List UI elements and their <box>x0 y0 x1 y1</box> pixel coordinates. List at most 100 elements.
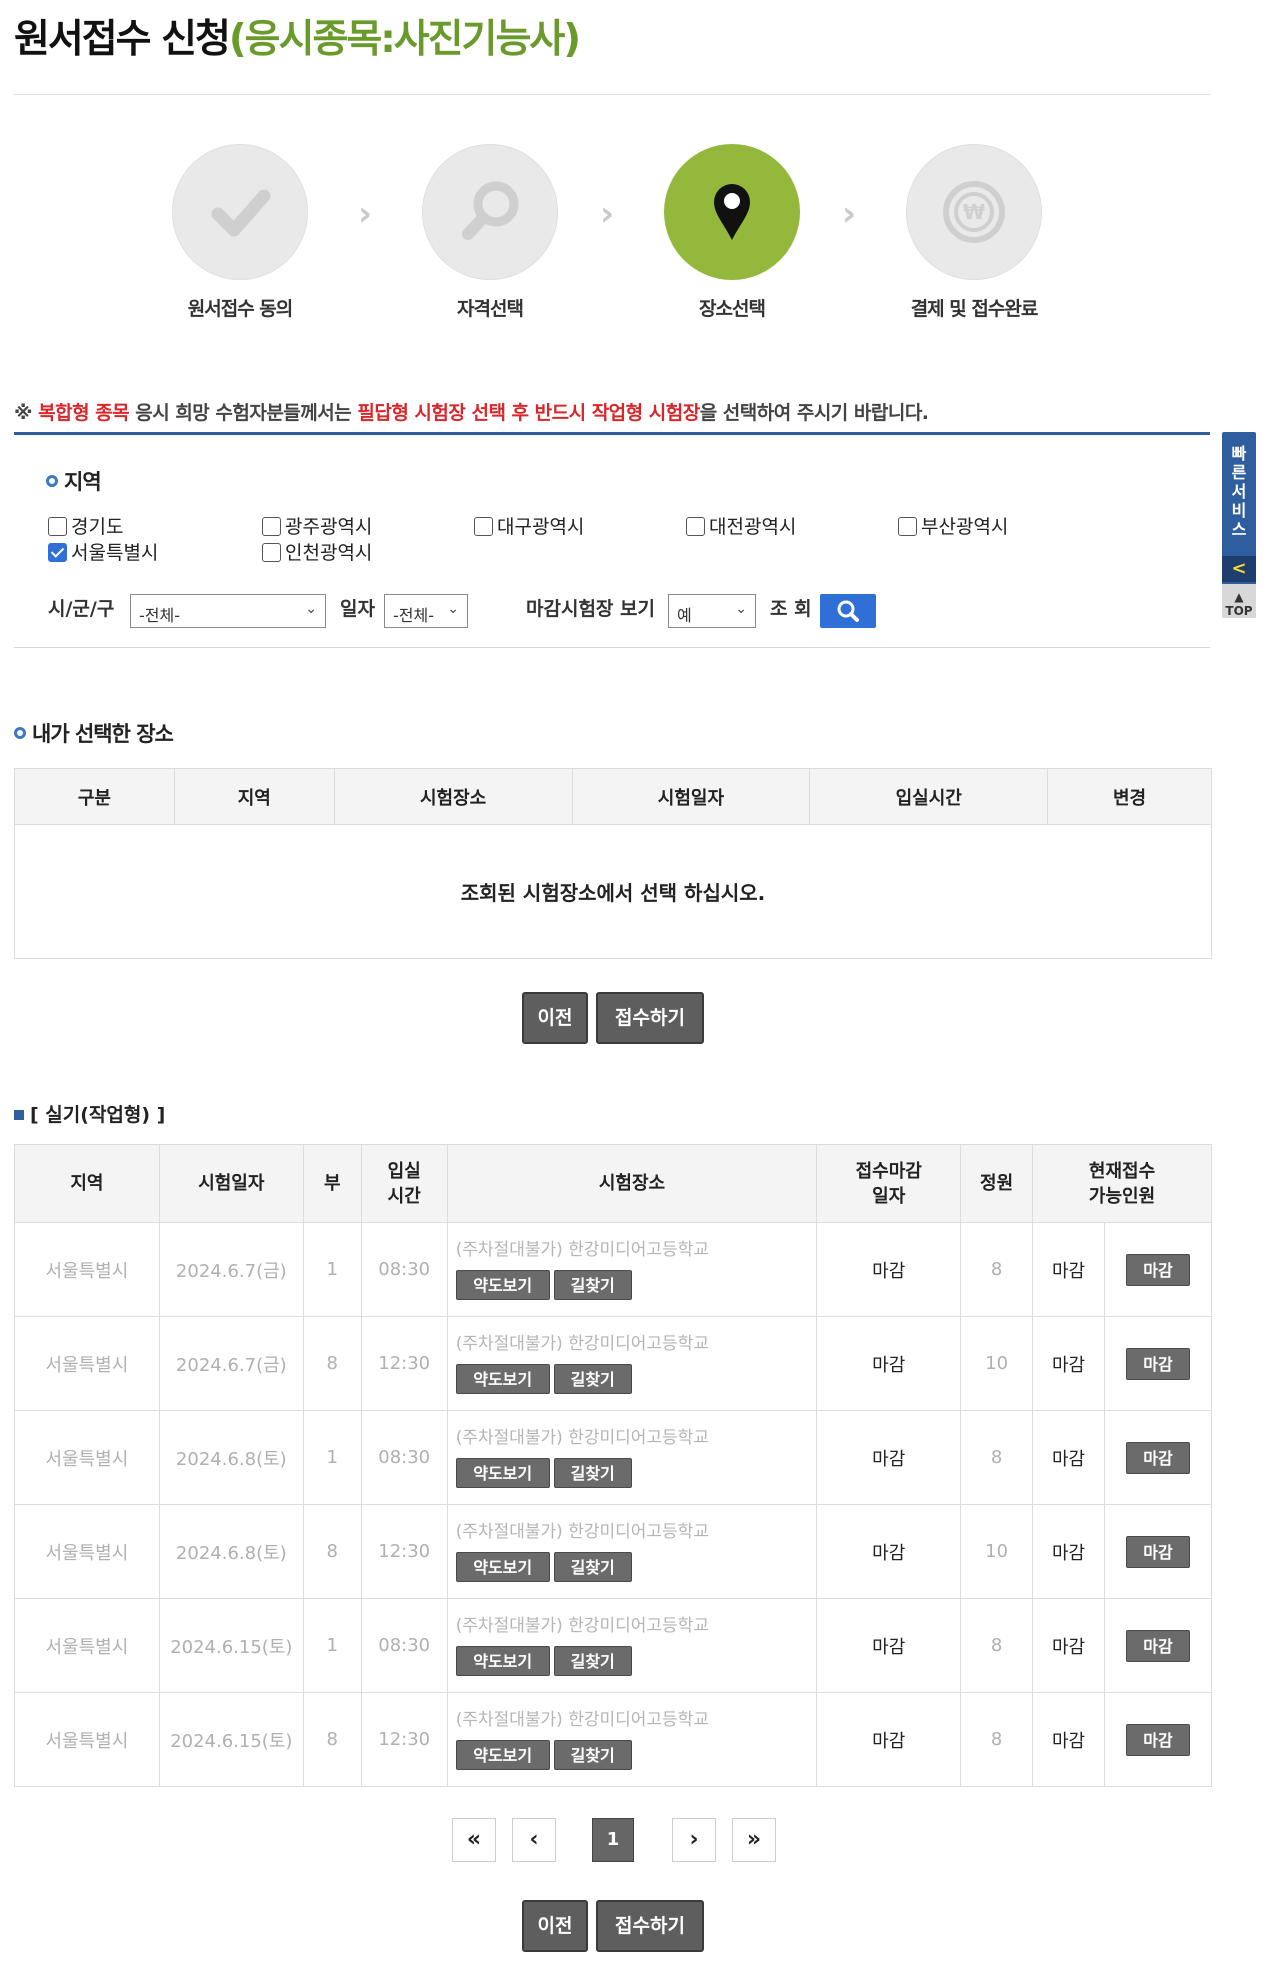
date-select[interactable]: -전체- ⌄ <box>384 594 468 628</box>
cell-time: 12:30 <box>360 1692 448 1787</box>
notice-mark: ※ <box>14 402 32 424</box>
route-button[interactable]: 길찾기 <box>553 1270 632 1300</box>
region-checkbox-gwangju[interactable]: 광주광역시 <box>262 512 372 539</box>
closed-button[interactable]: 마감 <box>1126 1347 1190 1380</box>
chevron-down-icon: ⌄ <box>447 601 459 617</box>
region-checkbox-gyeonggi[interactable]: 경기도 <box>48 512 123 539</box>
closed-button[interactable]: 마감 <box>1126 1723 1190 1756</box>
first-page-button[interactable]: « <box>452 1818 496 1862</box>
submit-button[interactable]: 접수하기 <box>596 992 704 1044</box>
cell-capacity: 8 <box>960 1222 1034 1317</box>
chevron-down-icon: ⌄ <box>735 601 747 617</box>
route-button[interactable]: 길찾기 <box>553 1364 632 1394</box>
cell-region: 서울특별시 <box>14 1222 160 1317</box>
closed-button[interactable]: 마감 <box>1126 1253 1190 1286</box>
divider <box>14 647 1210 648</box>
chevron-right-icon: › <box>600 194 615 234</box>
map-button[interactable]: 약도보기 <box>455 1646 550 1676</box>
table-row: 서울특별시 2024.6.8(토) 8 12:30 (주차절대불가) 한강미디어고등학교… <box>14 1504 1212 1599</box>
cell-deadline: 마감 <box>816 1598 962 1693</box>
table-row: 서울특별시 2024.6.8(토) 1 08:30 (주차절대불가) 한강미디어고등학교… <box>14 1410 1212 1505</box>
cell-available: 마감 <box>1032 1410 1105 1505</box>
region-checkbox-daegu[interactable]: 대구광역시 <box>474 512 584 539</box>
cell-region: 서울특별시 <box>14 1598 160 1693</box>
step-agree: 원서접수 동의 <box>140 144 340 321</box>
cell-date: 2024.6.15(토) <box>158 1598 304 1693</box>
chevron-down-icon: ⌄ <box>305 601 317 617</box>
table-row: 서울특별시 2024.6.15(토) 8 12:30 (주차절대불가) 한강미디어고등학… <box>14 1692 1212 1787</box>
city-label: 시/군/구 <box>48 598 115 620</box>
city-select[interactable]: -전체- ⌄ <box>130 594 326 628</box>
cell-place: (주차절대불가) 한강미디어고등학교 약도보기 길찾기 <box>446 1504 818 1599</box>
page-title-main: 원서접수 신청 <box>14 17 231 62</box>
top-button[interactable]: ▲ TOP <box>1222 584 1256 618</box>
current-page[interactable]: 1 <box>592 1818 634 1862</box>
cell-deadline: 마감 <box>816 1692 962 1787</box>
cell-deadline: 마감 <box>816 1316 962 1411</box>
closed-select[interactable]: 예 ⌄ <box>668 594 756 628</box>
table-row: 서울특별시 2024.6.7(금) 8 12:30 (주차절대불가) 한강미디어고등학교… <box>14 1316 1212 1411</box>
cell-capacity: 8 <box>960 1410 1034 1505</box>
cell-time: 08:30 <box>360 1598 448 1693</box>
map-button[interactable]: 약도보기 <box>455 1270 550 1300</box>
step-place: 장소선택 <box>632 144 832 321</box>
map-button[interactable]: 약도보기 <box>455 1458 550 1488</box>
cell-date: 2024.6.15(토) <box>158 1692 304 1787</box>
practical-section-title: [ 실기(작업형) ] <box>14 1100 165 1127</box>
place-name: (주차절대불가) 한강미디어고등학교 <box>455 1240 709 1260</box>
cell-region: 서울특별시 <box>14 1410 160 1505</box>
route-button[interactable]: 길찾기 <box>553 1458 632 1488</box>
cell-capacity: 8 <box>960 1598 1034 1693</box>
cell-deadline: 마감 <box>816 1410 962 1505</box>
divider <box>14 432 1210 435</box>
date-label: 일자 <box>340 598 375 620</box>
submit-button[interactable]: 접수하기 <box>596 1900 704 1952</box>
search-button[interactable] <box>820 594 876 628</box>
route-button[interactable]: 길찾기 <box>553 1740 632 1770</box>
column-header: 시험장소 <box>333 768 573 825</box>
closed-button[interactable]: 마감 <box>1126 1441 1190 1474</box>
map-button[interactable]: 약도보기 <box>455 1740 550 1770</box>
place-name: (주차절대불가) 한강미디어고등학교 <box>455 1334 709 1354</box>
last-page-button[interactable]: » <box>732 1818 776 1862</box>
cell-capacity: 10 <box>960 1316 1034 1411</box>
cell-available: 마감 <box>1032 1598 1105 1693</box>
cell-action: 마감 <box>1104 1222 1212 1317</box>
closed-button[interactable]: 마감 <box>1126 1535 1190 1568</box>
next-page-button[interactable]: › <box>672 1818 716 1862</box>
region-checkbox-daejeon[interactable]: 대전광역시 <box>686 512 796 539</box>
cell-time: 12:30 <box>360 1504 448 1599</box>
cell-action: 마감 <box>1104 1410 1212 1505</box>
region-checkbox-seoul[interactable]: 서울특별시 <box>48 538 158 565</box>
place-name: (주차절대불가) 한강미디어고등학교 <box>455 1428 709 1448</box>
cell-place: (주차절대불가) 한강미디어고등학교약도보기 길찾기 <box>446 1222 818 1317</box>
empty-message: 조회된 시험장소에서 선택 하십시오. <box>14 824 1212 959</box>
route-button[interactable]: 길찾기 <box>553 1552 632 1582</box>
step-qualification: 자격선택 <box>390 144 590 321</box>
prev-button[interactable]: 이전 <box>522 1900 588 1952</box>
map-button[interactable]: 약도보기 <box>455 1364 550 1394</box>
cell-action: 마감 <box>1104 1598 1212 1693</box>
cell-place: (주차절대불가) 한강미디어고등학교 약도보기 길찾기 <box>446 1598 818 1693</box>
collapse-chevron-icon[interactable]: < <box>1222 556 1256 582</box>
square-bullet-icon <box>14 1110 24 1120</box>
cell-date: 2024.6.8(토) <box>158 1410 304 1505</box>
search-label: 조 회 <box>770 598 812 620</box>
closed-button[interactable]: 마감 <box>1126 1629 1190 1662</box>
prev-button[interactable]: 이전 <box>522 992 588 1044</box>
region-checkbox-incheon[interactable]: 인천광역시 <box>262 538 372 565</box>
page-title-sub: (응시종목:사진기능사) <box>228 17 581 62</box>
closed-label: 마감시험장 보기 <box>526 598 655 620</box>
column-header: 현재접수 가능인원 <box>1032 1144 1212 1223</box>
practical-table: 지역 시험일자 부 입실 시간 시험장소 접수마감 일자 정원 현재접수 가능인원 서… <box>14 1144 1212 1787</box>
svg-text:₩: ₩ <box>963 200 985 224</box>
route-button[interactable]: 길찾기 <box>553 1646 632 1676</box>
prev-page-button[interactable]: ‹ <box>512 1818 556 1862</box>
up-arrow-icon: ▲ <box>1234 590 1244 604</box>
place-name: (주차절대불가) 한강미디어고등학교 <box>455 1710 709 1730</box>
table-row: 서울특별시 2024.6.7(금) 1 08:30 (주차절대불가) 한강미디어고등학교… <box>14 1222 1212 1317</box>
notice-highlight: 복합형 종목 <box>38 402 130 424</box>
cell-region: 서울특별시 <box>14 1692 160 1787</box>
map-button[interactable]: 약도보기 <box>455 1552 550 1582</box>
region-checkbox-busan[interactable]: 부산광역시 <box>898 512 1008 539</box>
